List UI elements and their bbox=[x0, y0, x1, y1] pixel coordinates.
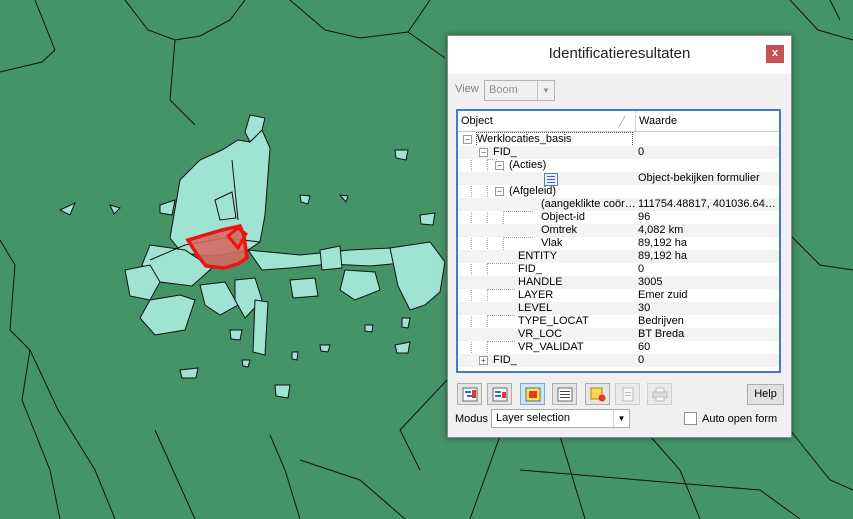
layer-label: Werklocaties_basis bbox=[476, 132, 633, 147]
tree-header: Object ╱ Waarde bbox=[458, 111, 779, 132]
tree-row[interactable]: Object-id 96 bbox=[458, 211, 779, 224]
attribute-name: FID_ bbox=[518, 263, 542, 275]
tree-row[interactable]: Omtrek 4,082 km bbox=[458, 224, 779, 237]
dialog-title: Identificatieresultaten bbox=[548, 45, 691, 62]
attribute-name: Vlak bbox=[541, 237, 563, 249]
attribute-value: BT Breda bbox=[638, 328, 685, 340]
attribute-value: Emer zuid bbox=[638, 289, 688, 301]
attribute-value: 111754.48817, 401036.64… bbox=[638, 198, 776, 210]
attribute-value: 30 bbox=[638, 302, 651, 314]
tree-row[interactable]: ENTITY 89,192 ha bbox=[458, 250, 779, 263]
auto-open-form-label[interactable]: Auto open form bbox=[702, 413, 777, 425]
modus-select[interactable]: Layer selection ▼ bbox=[491, 409, 630, 428]
attribute-value: 0 bbox=[638, 146, 645, 158]
attribute-name: HANDLE bbox=[518, 276, 563, 288]
form-view-icon bbox=[557, 387, 573, 402]
form-view-button[interactable] bbox=[552, 383, 577, 405]
tree-row[interactable]: FID_ 0 bbox=[458, 263, 779, 276]
collapse-icon[interactable]: − bbox=[479, 148, 488, 157]
tree-row[interactable]: LEVEL 30 bbox=[458, 302, 779, 315]
help-button[interactable]: Help bbox=[747, 384, 784, 405]
print-icon bbox=[652, 387, 668, 402]
tree-row[interactable]: − FID_ 0 bbox=[458, 146, 779, 159]
deselect-button[interactable] bbox=[585, 383, 610, 405]
title-bar[interactable]: Identificatieresultaten x bbox=[448, 36, 791, 74]
tree-row[interactable]: (aangeklikte coör… 111754.48817, 401036.… bbox=[458, 198, 779, 211]
results-tree[interactable]: Object ╱ Waarde − Werklocaties_basis − F… bbox=[456, 109, 781, 373]
view-select-value: Boom bbox=[489, 84, 518, 96]
expand-tree-icon bbox=[462, 387, 478, 402]
attribute-name: FID_ bbox=[493, 354, 517, 366]
tree-row[interactable]: − (Afgeleid) bbox=[458, 185, 779, 198]
chevron-down-icon: ▼ bbox=[537, 81, 554, 100]
attribute-value: Bedrijven bbox=[638, 315, 684, 327]
close-button[interactable]: x bbox=[766, 45, 784, 63]
modus-select-value: Layer selection bbox=[496, 412, 570, 424]
tree-row[interactable]: LAYER Emer zuid bbox=[458, 289, 779, 302]
attribute-value: 96 bbox=[638, 211, 651, 223]
attribute-name: Object-id bbox=[541, 211, 586, 223]
expand-icon[interactable]: + bbox=[479, 356, 488, 365]
chevron-down-icon: ▼ bbox=[613, 410, 629, 427]
view-label: View bbox=[455, 83, 479, 95]
tree-row[interactable]: + FID_ 0 bbox=[458, 354, 779, 367]
attribute-name: LEVEL bbox=[518, 302, 553, 314]
collapse-icon[interactable]: − bbox=[495, 187, 504, 196]
attribute-name: ENTITY bbox=[518, 250, 558, 262]
tree-row-layer[interactable]: − Werklocaties_basis bbox=[458, 132, 779, 147]
tree-row-action[interactable]: Object-bekijken formulier bbox=[458, 172, 779, 186]
attribute-name: (Acties) bbox=[509, 159, 547, 171]
action-label[interactable]: Object-bekijken formulier bbox=[638, 172, 779, 185]
attribute-name: (aangeklikte coör… bbox=[541, 198, 636, 210]
attribute-value: 89,192 ha bbox=[638, 237, 687, 249]
highlight-feature-button[interactable] bbox=[520, 383, 545, 405]
copy-icon bbox=[622, 387, 634, 402]
modus-label: Modus bbox=[455, 413, 489, 425]
highlight-feature-icon bbox=[525, 387, 541, 402]
column-header-value[interactable]: Waarde bbox=[636, 111, 779, 131]
attribute-value: 3005 bbox=[638, 276, 663, 288]
collapse-icon[interactable]: − bbox=[463, 135, 472, 144]
attribute-name: LAYER bbox=[518, 289, 554, 301]
deselect-icon bbox=[590, 387, 606, 402]
attribute-value: 0 bbox=[638, 263, 645, 275]
tree-row[interactable]: − (Acties) bbox=[458, 159, 779, 172]
attribute-name: (Afgeleid) bbox=[509, 185, 557, 197]
attribute-value: 0 bbox=[638, 354, 645, 366]
collapse-tree-icon bbox=[492, 387, 508, 402]
collapse-icon[interactable]: − bbox=[495, 161, 504, 170]
attribute-value: 4,082 km bbox=[638, 224, 684, 236]
attribute-name: VR_LOC bbox=[518, 328, 563, 340]
tree-row[interactable]: Vlak 89,192 ha bbox=[458, 237, 779, 250]
tree-row[interactable]: HANDLE 3005 bbox=[458, 276, 779, 289]
print-button[interactable] bbox=[647, 383, 672, 405]
copy-button[interactable] bbox=[615, 383, 640, 405]
view-select[interactable]: Boom ▼ bbox=[484, 80, 555, 101]
tree-row[interactable]: VR_LOC BT Breda bbox=[458, 328, 779, 341]
auto-open-form-checkbox[interactable] bbox=[684, 412, 697, 425]
expand-tree-button[interactable] bbox=[457, 383, 482, 405]
column-header-object[interactable]: Object ╱ bbox=[458, 111, 636, 131]
attribute-name: FID_ bbox=[493, 146, 517, 158]
attribute-name: TYPE_LOCAT bbox=[518, 315, 589, 327]
tree-row[interactable]: VR_VALIDAT 60 bbox=[458, 341, 779, 354]
collapse-tree-button[interactable] bbox=[487, 383, 512, 405]
attribute-name: VR_VALIDAT bbox=[518, 341, 584, 353]
attribute-value: 89,192 ha bbox=[638, 250, 687, 262]
attribute-value: 60 bbox=[638, 341, 651, 353]
sort-indicator-icon: ╱ bbox=[619, 117, 626, 128]
tree-row[interactable]: TYPE_LOCAT Bedrijven bbox=[458, 315, 779, 328]
attribute-name: Omtrek bbox=[541, 224, 578, 236]
identify-results-dialog: Identificatieresultaten x View Boom ▼ Ob… bbox=[447, 35, 792, 438]
